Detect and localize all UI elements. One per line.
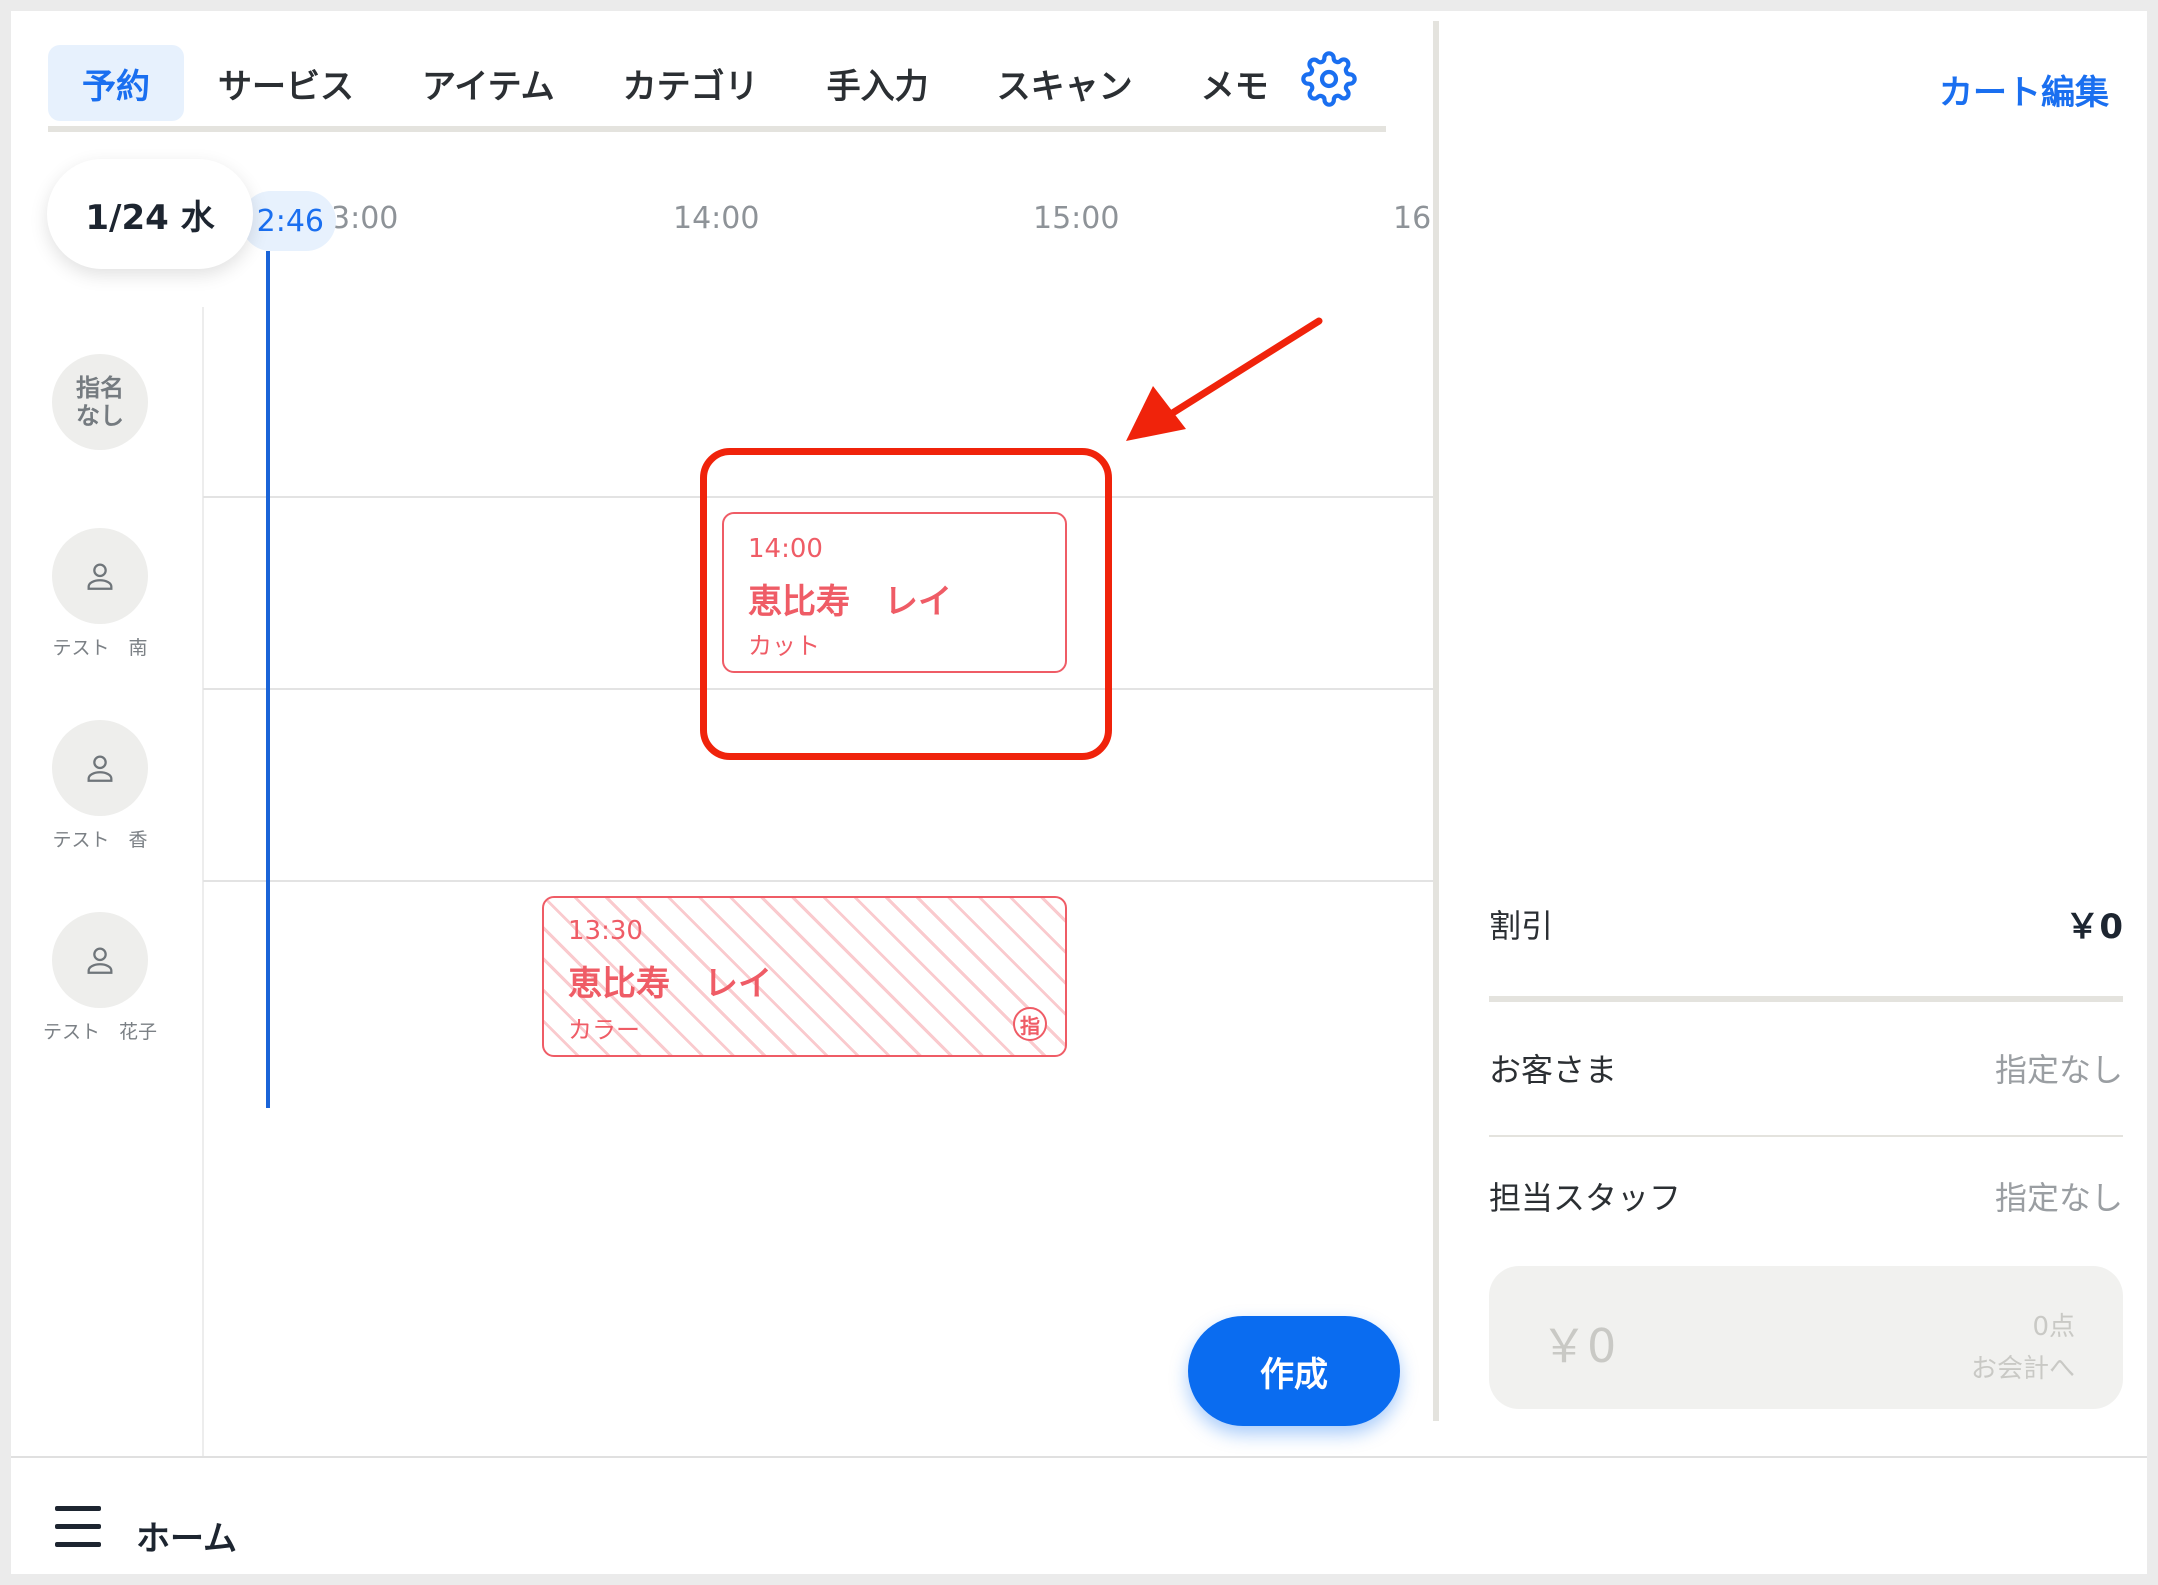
- panel-divider: [1433, 21, 1439, 1421]
- customer-row[interactable]: お客さま 指定なし: [1489, 1045, 2123, 1091]
- bottom-bar-divider: [11, 1456, 2147, 1458]
- date-picker-button[interactable]: 1/24 水: [47, 159, 253, 269]
- tab-scan[interactable]: スキャン: [963, 45, 1167, 121]
- tab-category[interactable]: カテゴリ: [589, 45, 793, 121]
- hamburger-menu-icon[interactable]: [55, 1506, 101, 1548]
- appointment-customer: 恵比寿 レイ: [568, 964, 772, 1004]
- annotation-highlight-box: [700, 448, 1112, 760]
- customer-label: お客さま: [1489, 1051, 1618, 1089]
- staff-avatar[interactable]: [52, 528, 148, 624]
- tab-manual-entry[interactable]: 手入力: [793, 45, 963, 121]
- app-window: 予約 サービス アイテム カテゴリ 手入力 スキャン メモ 2:46 1/24 …: [11, 11, 2147, 1574]
- staff-name: テスト 南: [52, 637, 148, 659]
- cart-edit-button[interactable]: カート編集: [1939, 65, 2109, 114]
- assigned-staff-value: 指定なし: [1994, 1179, 2123, 1217]
- checkout-label: お会計へ: [1970, 1354, 2075, 1384]
- appointment-time: 13:30: [568, 916, 643, 946]
- create-button[interactable]: 作成: [1188, 1316, 1400, 1426]
- hour-label: 15:00: [1033, 201, 1120, 236]
- tab-item[interactable]: アイテム: [388, 45, 589, 121]
- summary-divider: [1489, 1135, 2123, 1137]
- person-icon: [87, 947, 113, 974]
- staff-name: テスト 花子: [42, 1021, 157, 1043]
- staff-column-divider: [202, 307, 204, 1457]
- tab-service[interactable]: サービス: [184, 45, 388, 121]
- appointment-service: カラー: [568, 1016, 640, 1044]
- appointment-card[interactable]: 13:30 恵比寿 レイ カラー 指: [542, 896, 1067, 1057]
- hour-label: 14:00: [673, 201, 760, 236]
- checkout-amount: ￥0: [1541, 1319, 1617, 1373]
- discount-value: ￥0: [2065, 907, 2123, 947]
- tab-reservation[interactable]: 予約: [48, 45, 184, 121]
- staff-avatar[interactable]: [52, 912, 148, 1008]
- unassigned-label: 指名 なし: [76, 374, 124, 430]
- tab-bar-underline: [48, 126, 1386, 132]
- person-icon: [87, 563, 113, 590]
- staff-name: テスト 香: [52, 829, 148, 851]
- tab-bar: 予約 サービス アイテム カテゴリ 手入力 スキャン メモ: [48, 40, 1303, 126]
- staff-avatar[interactable]: [52, 720, 148, 816]
- checkout-item-count: 0点: [2032, 1312, 2075, 1342]
- current-time-indicator: 2:46: [241, 191, 336, 251]
- current-time-line: [266, 251, 270, 1108]
- hour-label: 16:: [1393, 201, 1433, 236]
- staff-avatar-unassigned[interactable]: 指名 なし: [52, 354, 148, 450]
- gear-icon[interactable]: [1301, 51, 1357, 107]
- discount-label: 割引: [1489, 906, 1554, 945]
- customer-value: 指定なし: [1994, 1051, 2123, 1089]
- home-link[interactable]: ホーム: [136, 1511, 237, 1560]
- staff-row[interactable]: 担当スタッフ 指定なし: [1489, 1173, 2123, 1219]
- row-divider: [203, 880, 1433, 882]
- annotation-arrow-icon: [1126, 317, 1323, 441]
- assigned-staff-label: 担当スタッフ: [1489, 1179, 1682, 1217]
- person-icon: [87, 755, 113, 782]
- hour-label: 3:00: [331, 201, 399, 236]
- summary-divider: [1489, 996, 2123, 1002]
- designated-badge: 指: [1013, 1007, 1047, 1041]
- checkout-button[interactable]: ￥0 0点 お会計へ: [1489, 1266, 2123, 1409]
- discount-row[interactable]: 割引 ￥0: [1489, 899, 2123, 948]
- tab-memo[interactable]: メモ: [1167, 45, 1303, 121]
